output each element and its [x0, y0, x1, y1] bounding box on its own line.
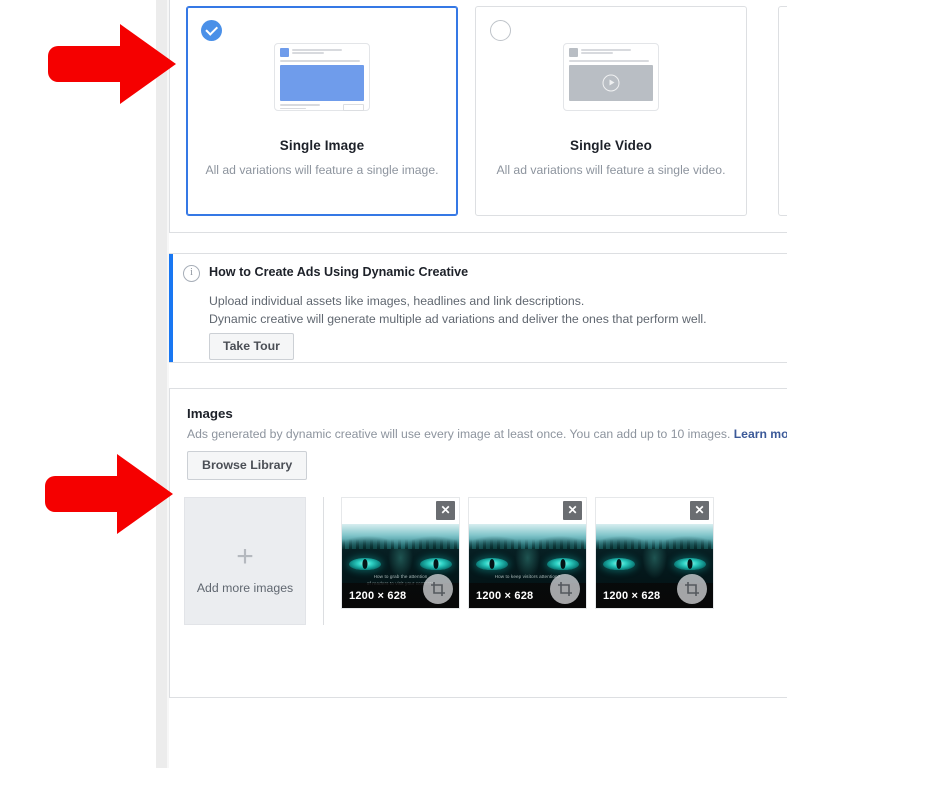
image-thumbnail[interactable]: How to keep visitors attention? 1200 × 6… [468, 497, 587, 609]
preview-image-block [280, 65, 364, 101]
images-section-title: Images [187, 406, 233, 421]
page-root: Single Image All ad variations will feat… [0, 0, 940, 788]
thumbnail-dimensions: 1200 × 628 [349, 590, 406, 602]
preview-video-block [569, 65, 653, 101]
banner-accent-bar [169, 254, 173, 362]
image-thumbnail[interactable]: How to grab the attention of readers to … [341, 497, 460, 609]
format-card-single-video[interactable]: Single Video All ad variations will feat… [475, 6, 747, 216]
image-thumbnail[interactable]: 1200 × 628 ✕ [595, 497, 714, 609]
close-icon[interactable]: ✕ [436, 501, 455, 520]
browse-library-button[interactable]: Browse Library [187, 451, 307, 480]
info-icon: i [183, 265, 200, 282]
left-gutter-strip [156, 0, 167, 768]
preview-cta-button [343, 104, 364, 111]
thumbnail-image: How to keep visitors attention? 1200 × 6… [469, 524, 586, 608]
check-circle-icon[interactable] [201, 20, 222, 41]
format-card-title: Single Video [476, 138, 746, 153]
format-card-description: All ad variations will feature a single … [486, 162, 736, 178]
banner-title: How to Create Ads Using Dynamic Creative [209, 265, 468, 279]
thumbnail-dimensions: 1200 × 628 [603, 590, 660, 602]
add-more-images-tile[interactable]: + Add more images [184, 497, 306, 625]
thumbnail-image: 1200 × 628 [596, 524, 713, 608]
preview-avatar [569, 48, 578, 57]
single-video-preview-art [563, 43, 659, 111]
dynamic-creative-info-banner: i How to Create Ads Using Dynamic Creati… [169, 253, 809, 363]
play-icon [603, 75, 620, 92]
thumbnail-image: How to grab the attention of readers to … [342, 524, 459, 608]
thumbnail-dimensions: 1200 × 628 [476, 590, 533, 602]
add-more-images-label: Add more images [185, 581, 305, 595]
close-icon[interactable]: ✕ [690, 501, 709, 520]
right-crop-mask [787, 0, 940, 788]
single-image-preview-art [274, 43, 370, 111]
banner-body-line-1: Upload individual assets like images, he… [209, 292, 707, 310]
format-card-row: Single Image All ad variations will feat… [186, 6, 747, 216]
arrow-to-browse-library [45, 450, 175, 538]
crop-icon[interactable] [677, 574, 707, 604]
plus-icon: + [236, 542, 254, 572]
format-card-description: All ad variations will feature a single … [197, 162, 447, 178]
crop-icon[interactable] [423, 574, 453, 604]
close-icon[interactable]: ✕ [563, 501, 582, 520]
banner-body-line-2: Dynamic creative will generate multiple … [209, 310, 707, 328]
strip-divider [323, 497, 324, 625]
images-panel: Images Ads generated by dynamic creative… [169, 388, 809, 698]
banner-body: Upload individual assets like images, he… [209, 292, 707, 329]
take-tour-button[interactable]: Take Tour [209, 333, 294, 360]
bottom-crop-mask [0, 768, 940, 788]
format-card-single-image[interactable]: Single Image All ad variations will feat… [186, 6, 458, 216]
format-card-title: Single Image [187, 138, 457, 153]
preview-avatar [280, 48, 289, 57]
images-section-subtitle: Ads generated by dynamic creative will u… [187, 427, 804, 441]
arrow-to-single-image-card [48, 20, 178, 108]
images-subtitle-text: Ads generated by dynamic creative will u… [187, 427, 730, 441]
radio-unchecked-icon[interactable] [490, 20, 511, 41]
image-thumbnail-strip: + Add more images How to grab the attent… [184, 497, 722, 625]
format-selector-panel: Single Image All ad variations will feat… [169, 0, 809, 233]
crop-icon[interactable] [550, 574, 580, 604]
